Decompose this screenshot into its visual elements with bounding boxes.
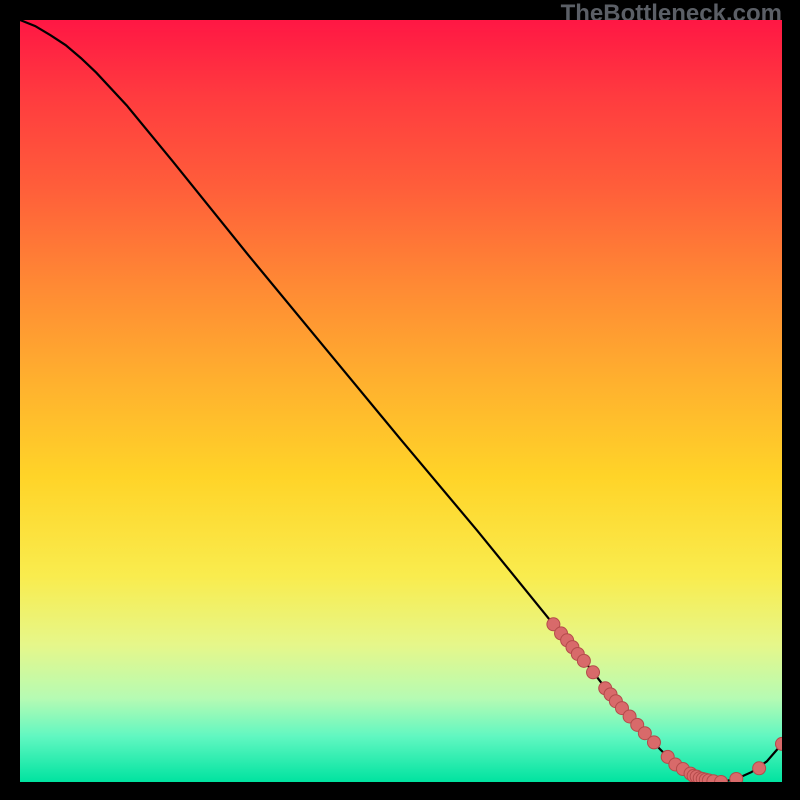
data-dots xyxy=(547,618,782,782)
data-dot xyxy=(587,666,600,679)
chart-plot-area xyxy=(20,20,782,782)
chart-svg xyxy=(20,20,782,782)
data-dot xyxy=(577,654,590,667)
data-dot xyxy=(753,762,766,775)
data-dot xyxy=(730,772,743,782)
bottleneck-curve xyxy=(20,20,782,782)
data-dot xyxy=(776,737,783,750)
data-dot xyxy=(647,736,660,749)
